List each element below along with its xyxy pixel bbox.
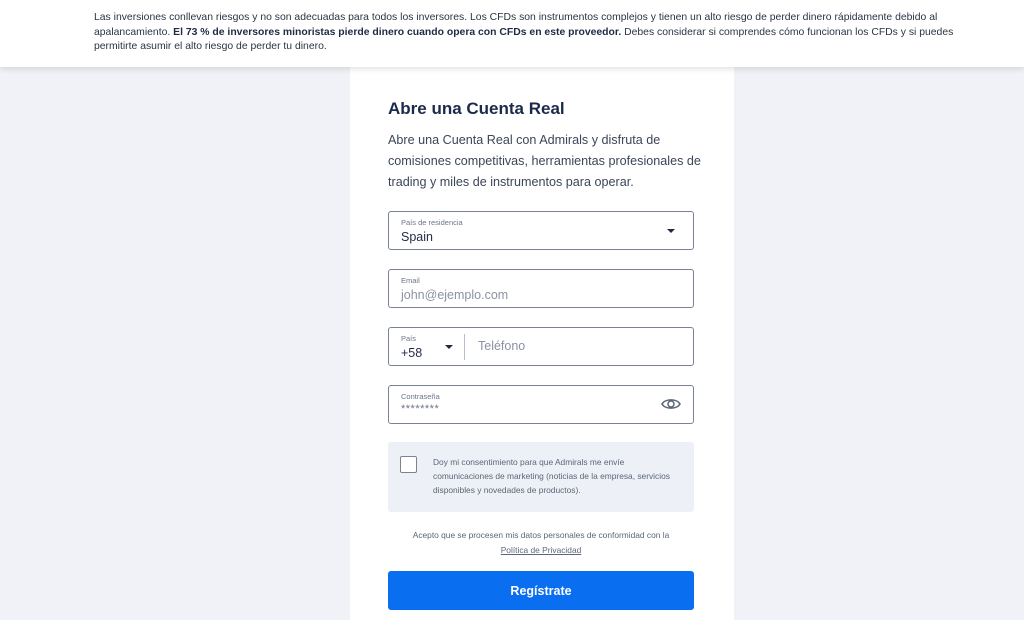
phone-code-value: +58	[401, 346, 423, 360]
password-field[interactable]: Contraseña ********	[388, 385, 694, 424]
risk-warning-banner: Las inversiones conllevan riesgos y no s…	[0, 0, 1024, 67]
chevron-down-icon	[445, 345, 453, 349]
register-button[interactable]: Regístrate	[388, 571, 694, 610]
email-label: Email	[401, 276, 420, 285]
form-intro: Abre una Cuenta Real con Admirals y disf…	[388, 133, 701, 189]
password-label: Contraseña	[401, 392, 440, 401]
risk-warning-bold: El 73 % de inversores minoristas pierde …	[173, 26, 622, 38]
chevron-down-icon	[667, 229, 675, 233]
phone-code-label: País	[401, 334, 417, 343]
phone-input[interactable]: Teléfono	[478, 339, 525, 353]
privacy-text: Acepto que se procesen mis datos persona…	[412, 530, 670, 540]
privacy-policy-link[interactable]: Política de Privacidad	[388, 543, 694, 558]
country-value: Spain	[401, 230, 433, 244]
phone-divider	[464, 334, 465, 360]
country-select[interactable]: País de residencia Spain	[388, 211, 694, 250]
marketing-consent: Doy mi consentimiento para que Admirals …	[388, 442, 694, 512]
phone-code-select[interactable]: País +58	[389, 328, 464, 365]
privacy-notice: Acepto que se procesen mis datos persona…	[388, 528, 694, 557]
country-label: País de residencia	[401, 218, 463, 227]
consent-text: Doy mi consentimiento para que Admirals …	[433, 457, 670, 495]
registration-card: Abre una Cuenta Real Abre una Cuenta Rea…	[350, 60, 734, 620]
consent-checkbox[interactable]	[400, 456, 417, 473]
email-placeholder: john@ejemplo.com	[401, 288, 509, 302]
phone-field: País +58 Teléfono	[388, 327, 694, 366]
form-title: Abre una Cuenta Real	[388, 99, 565, 118]
email-field[interactable]: Email john@ejemplo.com	[388, 269, 694, 308]
eye-icon[interactable]	[661, 396, 681, 412]
password-value: ********	[401, 403, 440, 415]
